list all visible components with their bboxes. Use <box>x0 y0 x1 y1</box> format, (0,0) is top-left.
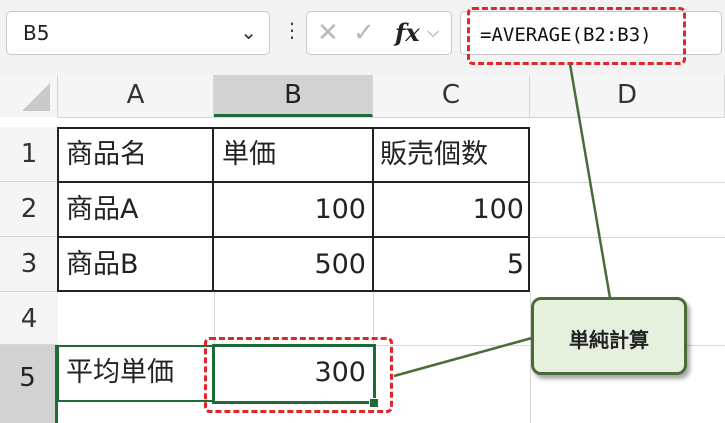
callout-box: 単純計算 <box>531 297 687 375</box>
callout-label: 単純計算 <box>569 328 649 352</box>
